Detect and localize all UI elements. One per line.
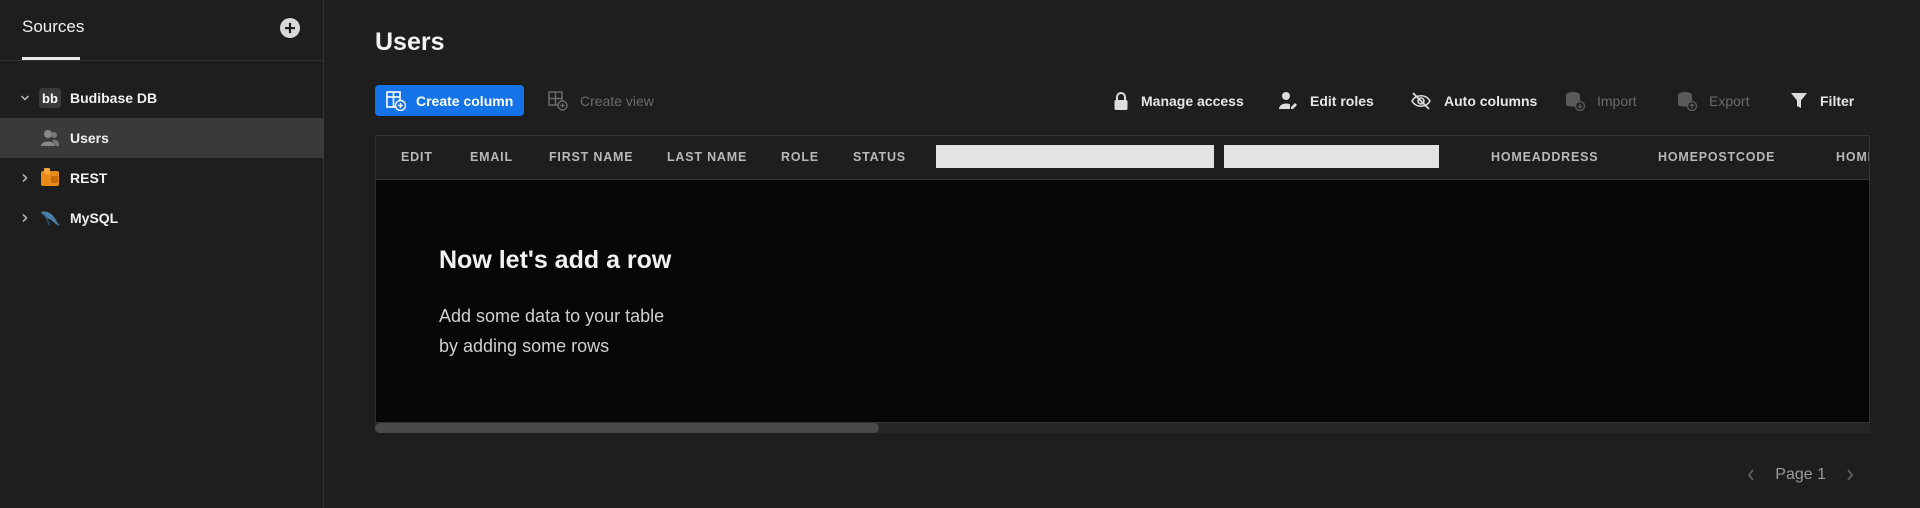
- add-view-icon: [548, 90, 568, 111]
- manage-access-label: Manage access: [1141, 92, 1244, 109]
- sidebar: Sources bb Budibase DB Users REST MySQL: [0, 0, 324, 508]
- column-header-homeaddress[interactable]: HOMEADDRESS: [1491, 150, 1598, 164]
- empty-state-description: Add some data to your table by adding so…: [439, 301, 699, 361]
- database-import-icon: [1566, 91, 1585, 111]
- sidebar-item-budibase-db[interactable]: bb Budibase DB: [0, 78, 324, 118]
- toolbar: Create column Create view Manage access: [375, 85, 1870, 116]
- filter-label: Filter: [1820, 92, 1855, 109]
- column-header-email[interactable]: EMAIL: [470, 150, 513, 164]
- chevron-down-icon[interactable]: [19, 92, 31, 104]
- create-column-label: Create column: [416, 92, 514, 109]
- rest-api-icon: [38, 167, 62, 189]
- filter-button[interactable]: Filter: [1790, 85, 1854, 116]
- user-edit-icon: [1279, 91, 1297, 109]
- sidebar-header: Sources: [0, 0, 323, 61]
- sidebar-item-label: Budibase DB: [70, 90, 158, 106]
- chevron-right-icon: [1847, 469, 1854, 481]
- manage-access-button[interactable]: Manage access: [1113, 85, 1244, 116]
- import-label: Import: [1597, 92, 1637, 109]
- sidebar-item-mysql[interactable]: MySQL: [0, 198, 324, 238]
- column-header-role[interactable]: ROLE: [781, 150, 819, 164]
- sources-tab-indicator: [22, 57, 80, 60]
- eye-off-icon: [1411, 91, 1431, 110]
- create-column-button[interactable]: Create column: [375, 85, 524, 116]
- column-header-blank-2[interactable]: [1224, 145, 1439, 168]
- auto-columns-button[interactable]: Auto columns: [1410, 85, 1537, 116]
- export-button[interactable]: Export: [1677, 85, 1749, 116]
- chevron-right-icon[interactable]: [19, 172, 31, 184]
- page-indicator: Page 1: [1775, 466, 1826, 483]
- create-view-button[interactable]: Create view: [548, 85, 654, 116]
- column-header-first-name[interactable]: FIRST NAME: [549, 150, 633, 164]
- column-header-blank-1[interactable]: [936, 145, 1214, 168]
- mysql-dolphin-icon: [38, 207, 62, 229]
- lock-icon: [1114, 91, 1128, 110]
- import-button[interactable]: Import: [1565, 85, 1637, 116]
- sidebar-item-label: MySQL: [70, 210, 119, 226]
- previous-page-button[interactable]: [1741, 465, 1761, 485]
- pagination: Page 1: [1741, 463, 1860, 487]
- main-content: Users Create column Create view Manage a…: [325, 0, 1920, 508]
- create-view-label: Create view: [580, 92, 654, 109]
- sources-tree: bb Budibase DB Users REST MySQL: [0, 78, 324, 238]
- user-group-icon: [38, 127, 62, 149]
- table-body: Now let's add a row Add some data to you…: [376, 180, 1869, 422]
- table-header: EDIT EMAIL FIRST NAME LAST NAME ROLE STA…: [376, 136, 1869, 180]
- next-page-button[interactable]: [1840, 465, 1860, 485]
- auto-columns-label: Auto columns: [1444, 92, 1538, 109]
- edit-roles-label: Edit roles: [1310, 92, 1374, 109]
- column-header-status[interactable]: STATUS: [853, 150, 906, 164]
- export-label: Export: [1709, 92, 1750, 109]
- horizontal-scrollbar[interactable]: [375, 423, 1870, 433]
- column-header-homepostcode[interactable]: HOMEPOSTCODE: [1658, 150, 1775, 164]
- sidebar-item-users[interactable]: Users: [0, 118, 324, 158]
- sidebar-item-rest[interactable]: REST: [0, 158, 324, 198]
- add-column-icon: [386, 90, 406, 111]
- sources-tab[interactable]: Sources: [22, 17, 84, 37]
- database-export-icon: [1678, 91, 1697, 111]
- data-table: EDIT EMAIL FIRST NAME LAST NAME ROLE STA…: [375, 135, 1870, 423]
- add-source-button[interactable]: [279, 17, 301, 39]
- svg-text:bb: bb: [42, 91, 58, 106]
- chevron-right-icon[interactable]: [19, 212, 31, 224]
- budibase-logo-icon: bb: [38, 87, 62, 109]
- sidebar-item-label: REST: [70, 170, 108, 186]
- edit-roles-button[interactable]: Edit roles: [1278, 85, 1374, 116]
- page-title: Users: [375, 28, 445, 56]
- sidebar-item-label: Users: [70, 130, 109, 146]
- empty-state-title: Now let's add a row: [439, 246, 672, 274]
- chevron-left-icon: [1748, 469, 1754, 481]
- scrollbar-thumb[interactable]: [375, 423, 879, 433]
- filter-icon: [1791, 92, 1807, 108]
- column-header-last-name[interactable]: LAST NAME: [667, 150, 747, 164]
- column-header-homi[interactable]: HOMI: [1836, 150, 1869, 164]
- empty-state-line-2: by adding some rows: [439, 336, 610, 356]
- empty-state-line-1: Add some data to your table: [439, 306, 665, 326]
- column-header-edit[interactable]: EDIT: [401, 150, 433, 164]
- plus-circle-icon: [280, 18, 300, 38]
